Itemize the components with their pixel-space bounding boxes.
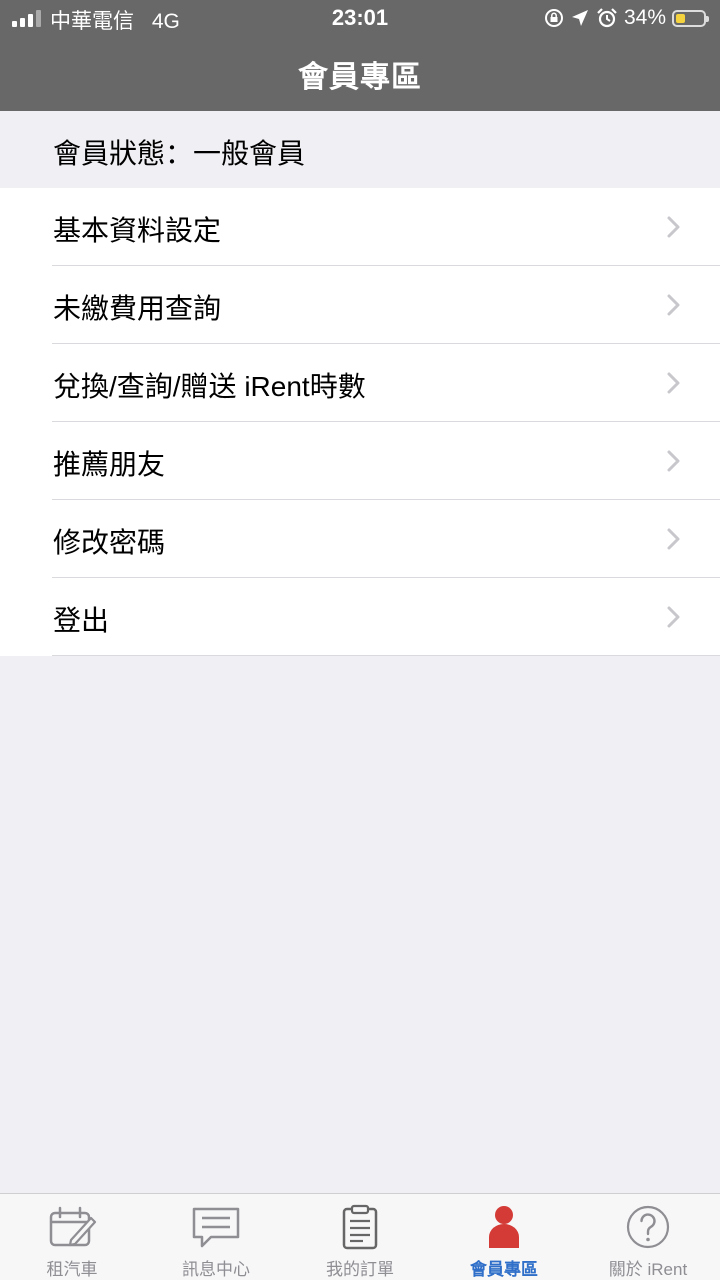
menu-item-label: 基本資料設定 bbox=[53, 215, 222, 246]
clipboard-icon bbox=[342, 1204, 378, 1250]
tab-messages[interactable]: 訊息中心 bbox=[144, 1194, 288, 1280]
tab-label: 關於 iRent bbox=[608, 1260, 688, 1279]
menu-item-label: 登出 bbox=[53, 605, 110, 636]
menu-item-label: 兌換/查詢/贈送 iRent時數 bbox=[53, 371, 366, 402]
message-icon bbox=[192, 1207, 240, 1248]
person-icon bbox=[489, 1206, 519, 1248]
tab-member-area[interactable]: 會員專區 bbox=[432, 1194, 576, 1280]
chevron-right-icon bbox=[667, 294, 680, 316]
tab-label: 租汽車 bbox=[46, 1260, 98, 1279]
menu-item-irent-hours[interactable]: 兌換/查詢/贈送 iRent時數 bbox=[0, 344, 720, 422]
menu-item-logout[interactable]: 登出 bbox=[0, 578, 720, 656]
status-bar: 中華電信 4G 23:01 34% bbox=[0, 0, 720, 36]
status-icons: 34% bbox=[544, 5, 709, 31]
tab-label: 會員專區 bbox=[470, 1260, 538, 1279]
tab-label: 訊息中心 bbox=[182, 1260, 250, 1279]
chevron-right-icon bbox=[667, 606, 680, 628]
tab-car-rental[interactable]: 租汽車 bbox=[0, 1194, 144, 1280]
member-menu: 基本資料設定 未繳費用查詢 兌換/查詢/贈送 iRent時數 推薦朋友 修改密碼… bbox=[0, 188, 720, 656]
chevron-right-icon bbox=[667, 216, 680, 238]
member-status: 會員狀態：一般會員 bbox=[53, 138, 306, 169]
chevron-right-icon bbox=[667, 372, 680, 394]
alarm-icon bbox=[597, 8, 617, 28]
chevron-right-icon bbox=[667, 528, 680, 550]
battery-fill bbox=[676, 13, 685, 23]
menu-item-label: 推薦朋友 bbox=[53, 449, 166, 480]
menu-item-refer-friend[interactable]: 推薦朋友 bbox=[0, 422, 720, 500]
battery-icon bbox=[672, 9, 709, 27]
car-rental-icon bbox=[49, 1206, 97, 1247]
question-icon bbox=[626, 1205, 670, 1249]
menu-item-label: 修改密碼 bbox=[53, 527, 166, 558]
top-bar: 中華電信 4G 23:01 34% 會員專區 bbox=[0, 0, 720, 111]
chevron-right-icon bbox=[667, 450, 680, 472]
tab-label: 我的訂單 bbox=[326, 1260, 394, 1279]
menu-item-label: 未繳費用查詢 bbox=[53, 293, 222, 324]
battery-percent: 34% bbox=[623, 6, 666, 29]
tab-my-orders[interactable]: 我的訂單 bbox=[288, 1194, 432, 1280]
menu-item-change-password[interactable]: 修改密碼 bbox=[0, 500, 720, 578]
tab-about-irent[interactable]: 關於 iRent bbox=[576, 1194, 720, 1280]
page-title: 會員專區 bbox=[298, 61, 422, 94]
orientation-lock-icon bbox=[544, 9, 563, 27]
menu-item-profile-settings[interactable]: 基本資料設定 bbox=[0, 188, 720, 266]
menu-item-unpaid-fees[interactable]: 未繳費用查詢 bbox=[0, 266, 720, 344]
location-icon bbox=[571, 10, 588, 26]
tab-bar: 租汽車 訊息中心 我的訂單 會員專區 關於 iRent bbox=[0, 1193, 720, 1280]
